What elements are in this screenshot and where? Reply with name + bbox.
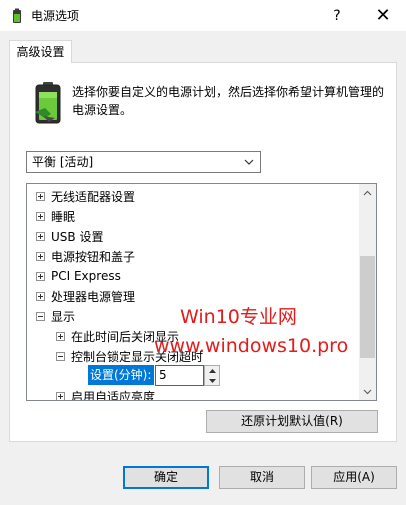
battery-icon: [35, 82, 61, 124]
tab-advanced-settings[interactable]: 高级设置: [9, 40, 72, 63]
tree-item[interactable]: 无线适配器设置: [36, 186, 135, 206]
tree-item[interactable]: 启用自适应亮度: [56, 386, 155, 400]
help-button[interactable]: ?: [314, 0, 360, 31]
tree-item[interactable]: 显示: [36, 306, 75, 326]
collapse-icon[interactable]: [56, 351, 65, 361]
expand-icon[interactable]: [36, 251, 45, 261]
tree-item[interactable]: 电源按钮和盖子: [36, 246, 135, 266]
chevron-down-icon: [363, 389, 372, 394]
spin-up-button[interactable]: [205, 366, 219, 375]
setting-minutes-label: 设置(分钟):: [88, 365, 154, 385]
power-plan-value: 平衡 [活动]: [32, 155, 94, 169]
expand-icon[interactable]: [56, 391, 65, 400]
arrow-down-icon: [208, 378, 216, 383]
expand-icon[interactable]: [36, 271, 45, 281]
tree-item[interactable]: 处理器电源管理: [36, 286, 135, 306]
tree-item[interactable]: 睡眠: [36, 206, 75, 226]
scroll-thumb[interactable]: [360, 256, 375, 358]
expand-icon[interactable]: [36, 231, 45, 241]
restore-defaults-button[interactable]: 还原计划默认值(R): [206, 410, 378, 433]
chevron-up-icon: [363, 190, 372, 195]
chevron-down-icon: [244, 159, 254, 165]
window-title: 电源选项: [31, 9, 80, 23]
ok-button[interactable]: 确定: [123, 466, 209, 489]
tree-scrollbar[interactable]: [359, 184, 376, 400]
expand-icon[interactable]: [36, 211, 45, 221]
title-bar: 电源选项 ? ✕: [0, 0, 406, 31]
minutes-input[interactable]: 5: [155, 365, 204, 386]
tree-item[interactable]: PCI Express: [36, 266, 121, 286]
tree-item[interactable]: USB 设置: [36, 226, 103, 246]
expand-icon[interactable]: [36, 291, 45, 301]
expand-icon[interactable]: [56, 331, 65, 341]
apply-button[interactable]: 应用(A): [311, 466, 397, 489]
minutes-spinner[interactable]: [204, 365, 220, 386]
collapse-icon[interactable]: [36, 311, 45, 321]
watermark-url: www.windows10.pro: [154, 335, 349, 357]
spin-down-button[interactable]: [205, 376, 219, 385]
scroll-down-button[interactable]: [359, 383, 376, 400]
scroll-up-button[interactable]: [359, 184, 376, 201]
description-text: 选择你要自定义的电源计划，然后选择你希望计算机管理的电源设置。: [72, 85, 385, 117]
power-plan-select[interactable]: 平衡 [活动]: [26, 151, 261, 173]
cancel-button[interactable]: 取消: [219, 466, 305, 489]
watermark-title: Win10专业网: [180, 306, 297, 328]
expand-icon[interactable]: [36, 191, 45, 201]
close-button[interactable]: ✕: [360, 0, 406, 31]
arrow-up-icon: [208, 368, 216, 373]
power-options-icon: [13, 8, 21, 23]
